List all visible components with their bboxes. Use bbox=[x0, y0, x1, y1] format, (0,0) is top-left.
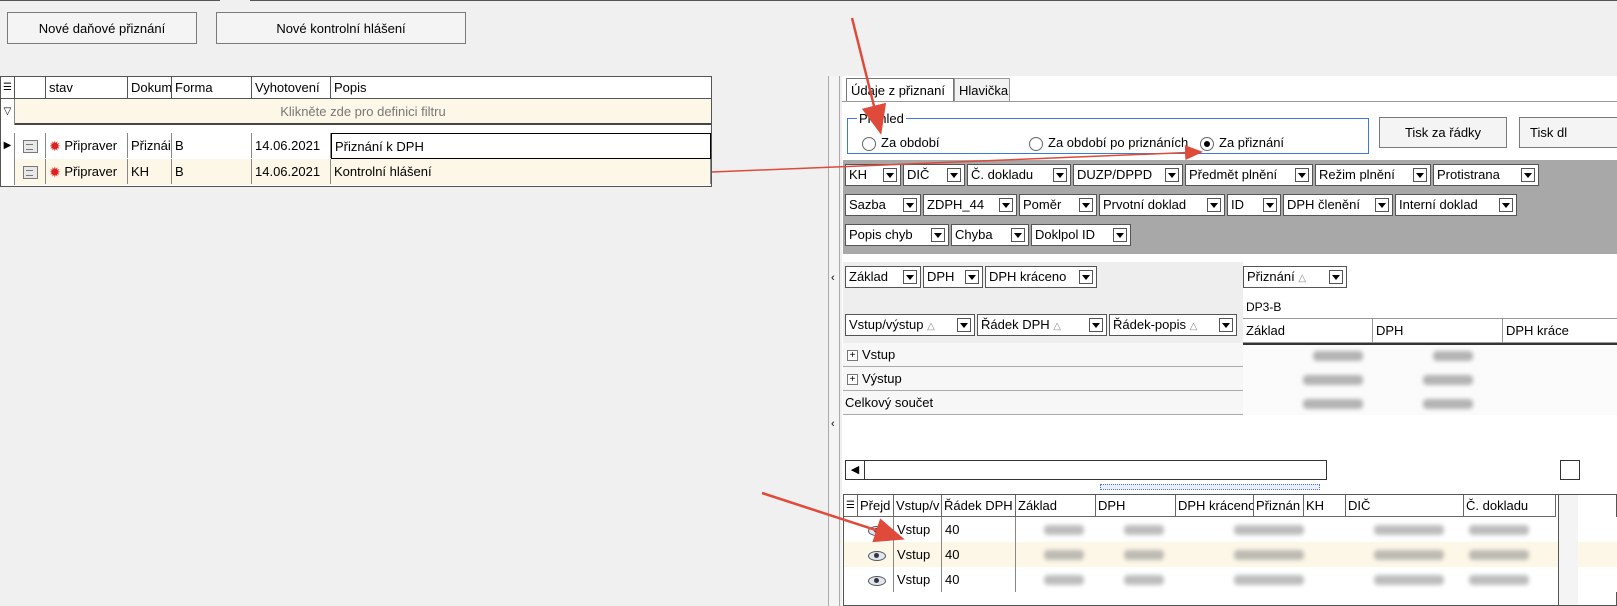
arrow-to-group bbox=[850, 17, 887, 135]
arrow-to-radio bbox=[711, 145, 1203, 173]
annotation-arrows bbox=[711, 17, 1203, 543]
arrow-to-eye bbox=[761, 491, 905, 543]
